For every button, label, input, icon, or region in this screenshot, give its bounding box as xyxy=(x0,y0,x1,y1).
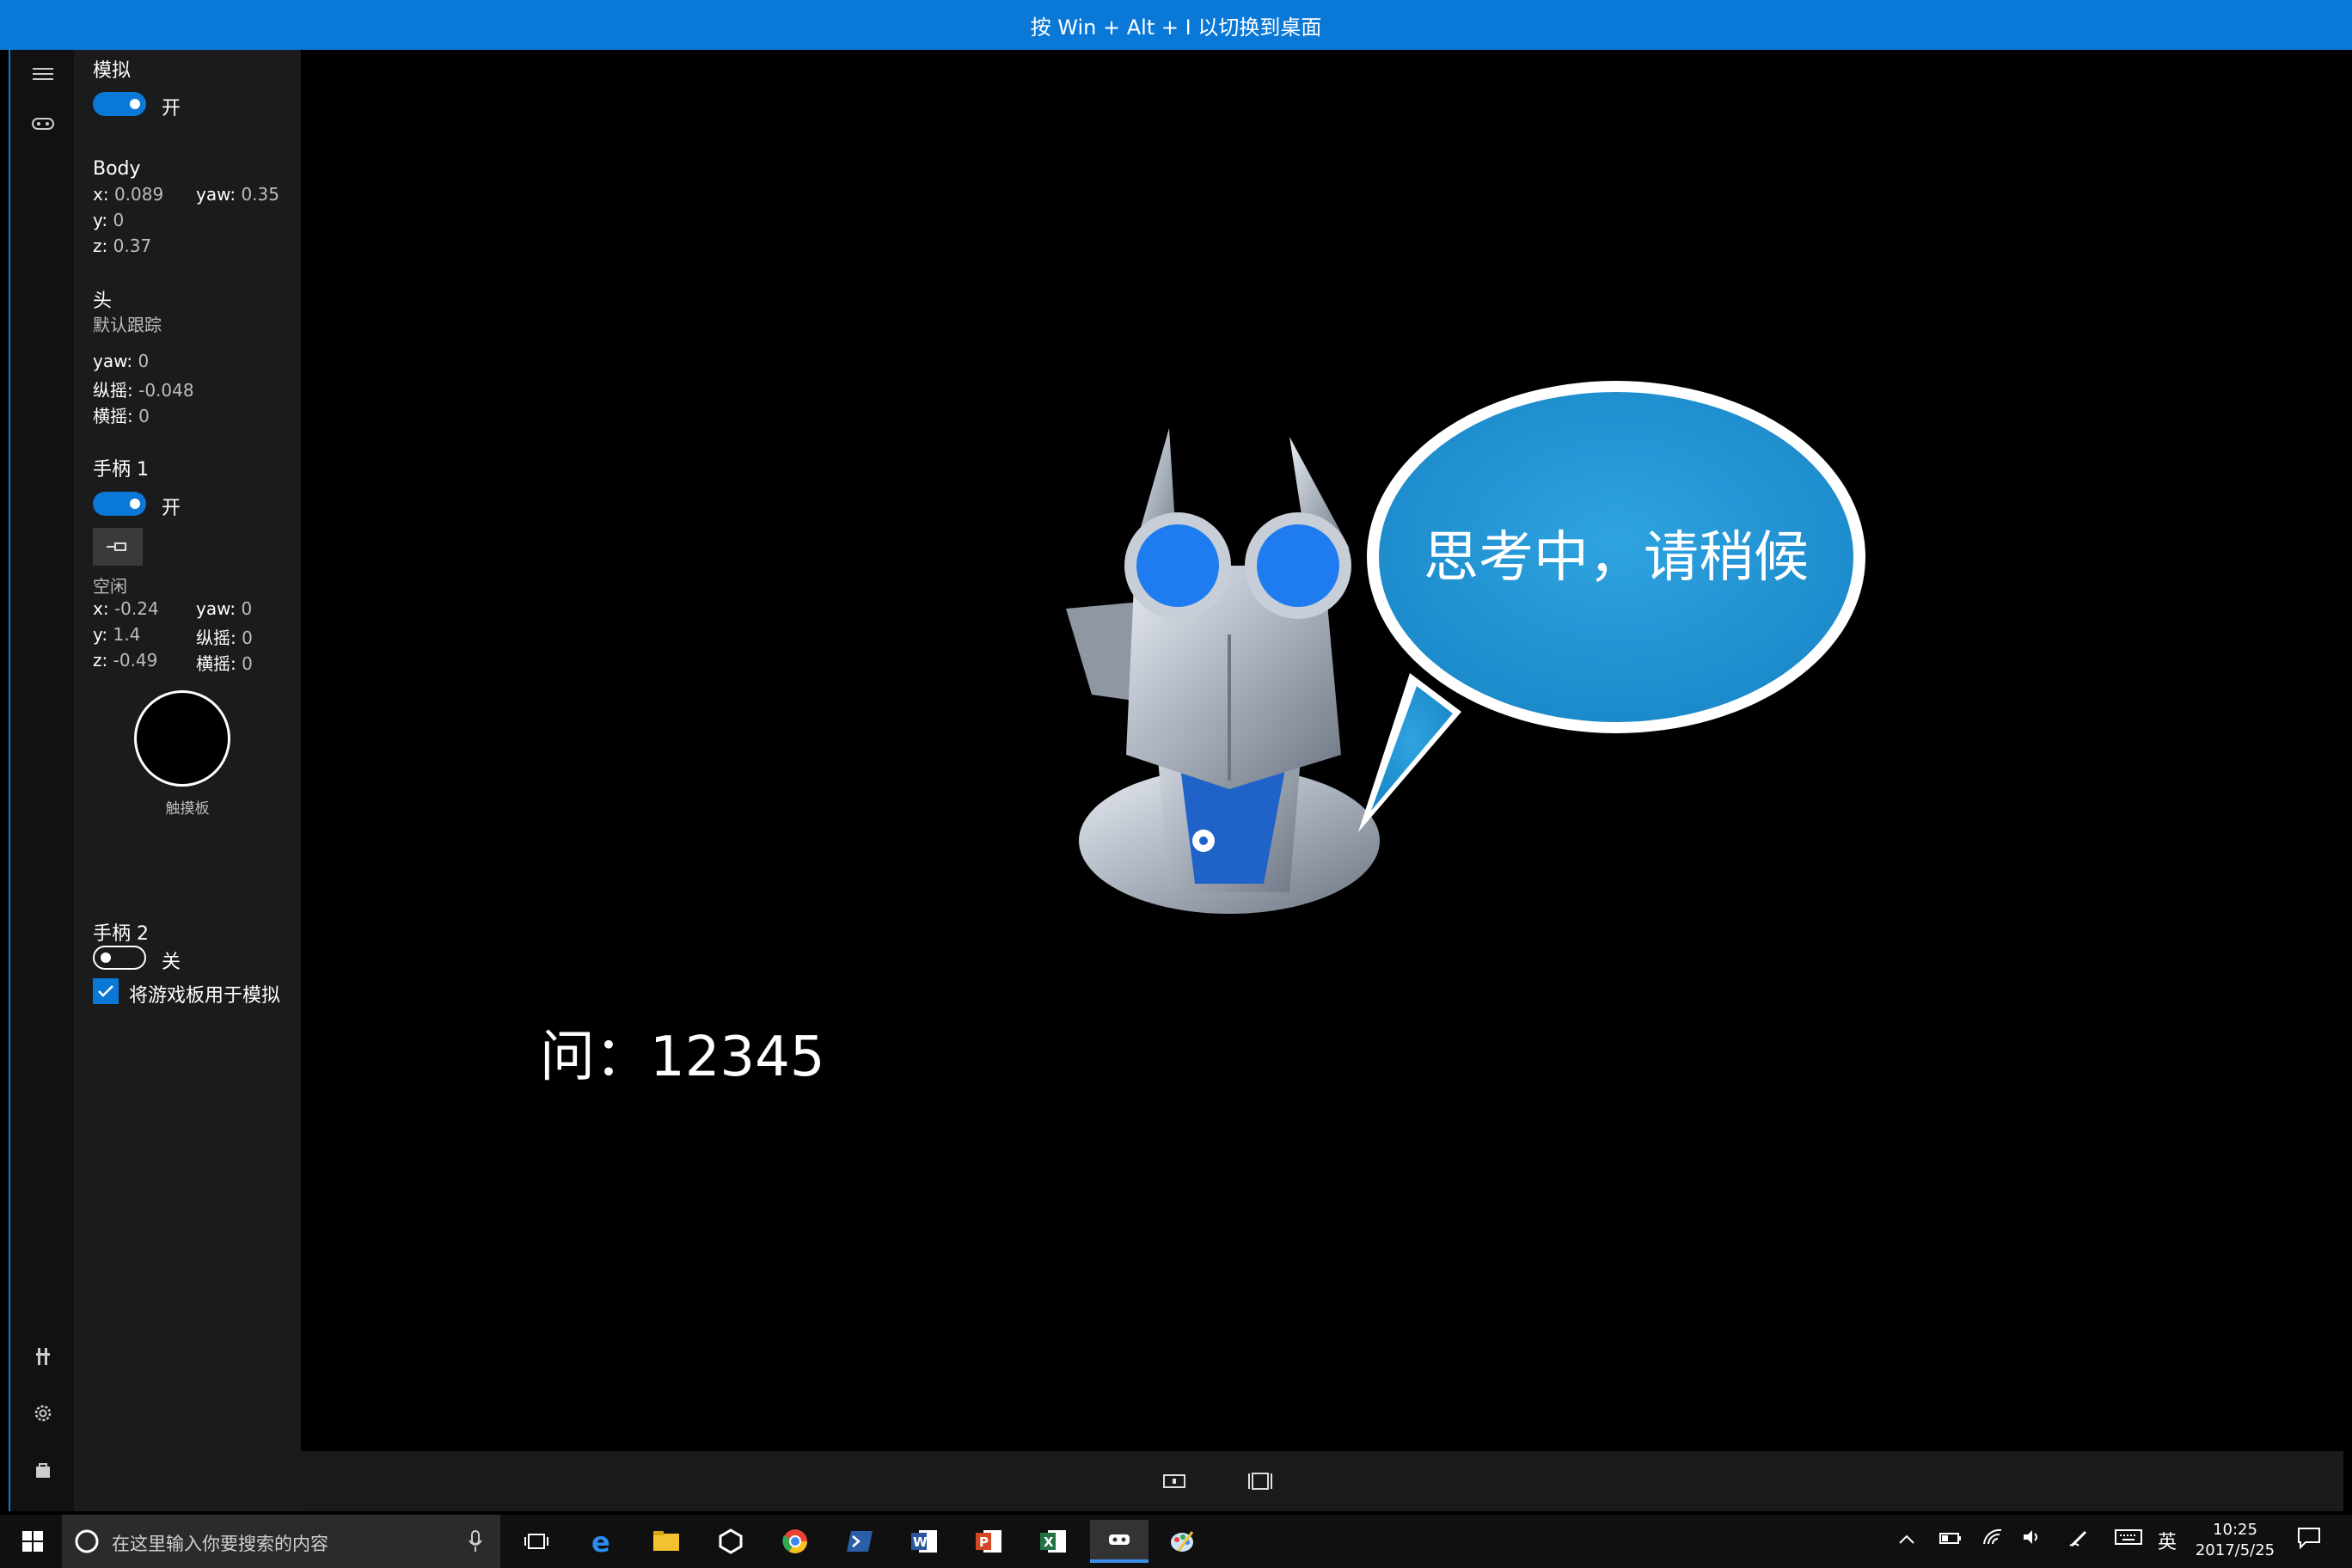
action-center-notification-icon[interactable] xyxy=(2297,1527,2321,1553)
simulation-toggle-label: 开 xyxy=(162,98,181,119)
svg-text:e: e xyxy=(591,1528,610,1555)
speech-bubble-text: 思考中，请稍候 xyxy=(1424,526,1809,590)
head-pitch: 纵摇: -0.048 xyxy=(93,380,194,401)
cortana-circle-icon xyxy=(75,1529,99,1553)
gamepad-icon[interactable] xyxy=(26,107,60,141)
robot-assistant-with-speech-bubble: 思考中，请稍候 xyxy=(1066,381,1865,914)
taskbar-search-box[interactable]: 在这里输入你要搜索的内容 xyxy=(62,1515,500,1568)
battery-icon[interactable] xyxy=(1939,1528,1962,1549)
question-text: 问：12345 xyxy=(540,1026,825,1089)
body-x: x: 0.089 xyxy=(93,184,164,205)
powershell-icon[interactable] xyxy=(834,1520,885,1563)
microphone-icon xyxy=(469,1530,482,1552)
head-yaw: yaw: 0 xyxy=(93,351,150,371)
simulation-panel: 模拟 开 Body x: 0.089 yaw: 0.35 y: 0 z: 0.3… xyxy=(74,50,301,1511)
simulation-title: 模拟 xyxy=(93,60,132,82)
file-explorer-icon[interactable] xyxy=(640,1520,692,1563)
pen-workspace-icon[interactable] xyxy=(2068,1528,2089,1552)
head-tracking-mode[interactable]: 默认跟踪 xyxy=(93,311,162,336)
banner-text: 按 Win + Alt + I 以切换到桌面 xyxy=(1030,15,1322,40)
volume-icon[interactable] xyxy=(2022,1528,2043,1550)
start-button[interactable] xyxy=(9,1515,57,1568)
viewport-bottom-bar xyxy=(301,1451,2343,1511)
clock-date: 2017/5/25 xyxy=(2195,1541,2275,1559)
edge-browser-icon[interactable]: e xyxy=(576,1520,628,1563)
controller2-toggle-label: 关 xyxy=(162,952,181,973)
svg-text:W: W xyxy=(913,1534,928,1550)
chrome-icon[interactable] xyxy=(769,1520,821,1563)
tools-icon[interactable] xyxy=(26,1339,60,1374)
store-bag-icon[interactable] xyxy=(26,1453,60,1487)
gamepad-simulation-checkbox[interactable] xyxy=(93,978,119,1004)
head-roll: 横摇: 0 xyxy=(93,406,150,426)
robot-right-eye xyxy=(1257,524,1339,607)
mixed-reality-portal-window: 模拟 开 Body x: 0.089 yaw: 0.35 y: 0 z: 0.3… xyxy=(9,50,2343,1511)
windows-logo-icon xyxy=(22,1531,43,1552)
gamepad-simulation-label: 将游戏板用于模拟 xyxy=(129,985,281,1007)
pin-button[interactable] xyxy=(93,528,143,566)
powerpoint-icon[interactable]: P xyxy=(963,1520,1014,1563)
controller1-state: 空闲 xyxy=(93,576,127,597)
left-rail xyxy=(10,50,74,1511)
clock-time: 10:25 xyxy=(2213,1521,2257,1539)
checkmark-icon xyxy=(98,985,113,997)
controller1-y: y: 1.4 xyxy=(93,624,141,645)
mixed-reality-viewport[interactable]: 思考中，请稍候 问：12345 xyxy=(301,50,2343,1451)
touch-keyboard-icon[interactable] xyxy=(2115,1528,2142,1550)
search-placeholder: 在这里输入你要搜索的内容 xyxy=(112,1534,328,1554)
controller1-z: z: -0.49 xyxy=(93,650,158,671)
pin-icon xyxy=(107,542,126,551)
expand-view-icon[interactable] xyxy=(1246,1468,1274,1494)
touchpad-label: 触摸板 xyxy=(165,800,210,818)
wifi-icon[interactable] xyxy=(1982,1528,2003,1550)
taskbar-clock[interactable]: 10:25 2017/5/25 xyxy=(2184,1520,2287,1561)
windows-taskbar: 在这里输入你要搜索的内容 e W P X 英 10:25 2017/5/25 xyxy=(0,1515,2352,1568)
simulation-toggle[interactable] xyxy=(93,92,146,116)
controller1-x: x: -0.24 xyxy=(93,598,159,619)
body-y: y: 0 xyxy=(93,210,125,230)
head-section-title: 头 xyxy=(93,291,113,312)
settings-gear-icon[interactable] xyxy=(26,1396,60,1430)
unity-icon[interactable] xyxy=(705,1520,756,1563)
task-view-icon[interactable] xyxy=(511,1520,562,1563)
svg-text:P: P xyxy=(979,1534,989,1550)
input-method-indicator[interactable]: 英 xyxy=(2158,1527,2177,1554)
svg-text:X: X xyxy=(1044,1534,1054,1550)
show-hidden-icons-chevron-icon[interactable] xyxy=(1898,1528,1915,1549)
body-z: z: 0.37 xyxy=(93,236,152,256)
body-yaw: yaw: 0.35 xyxy=(196,184,279,205)
controller1-toggle-label: 开 xyxy=(162,498,181,519)
controller1-section-title: 手柄 1 xyxy=(93,459,149,481)
word-icon[interactable]: W xyxy=(898,1520,950,1563)
robot-left-eye xyxy=(1136,524,1219,607)
controller1-pitch: 纵摇: 0 xyxy=(196,628,253,648)
single-view-icon[interactable] xyxy=(1161,1468,1188,1494)
controller2-toggle[interactable] xyxy=(93,946,146,970)
switch-to-desktop-banner: 按 Win + Alt + I 以切换到桌面 xyxy=(0,0,2352,50)
controller1-roll: 横摇: 0 xyxy=(196,653,253,674)
body-section-title: Body xyxy=(93,158,141,180)
hamburger-menu-icon[interactable] xyxy=(26,57,60,91)
controller1-yaw: yaw: 0 xyxy=(196,598,253,619)
paint-icon[interactable] xyxy=(1156,1520,1208,1563)
controller2-section-title: 手柄 2 xyxy=(93,923,149,945)
mixed-reality-portal-taskbar-icon[interactable] xyxy=(1090,1520,1148,1563)
touchpad-control[interactable] xyxy=(134,690,230,787)
excel-icon[interactable]: X xyxy=(1027,1520,1079,1563)
controller1-toggle[interactable] xyxy=(93,492,146,516)
